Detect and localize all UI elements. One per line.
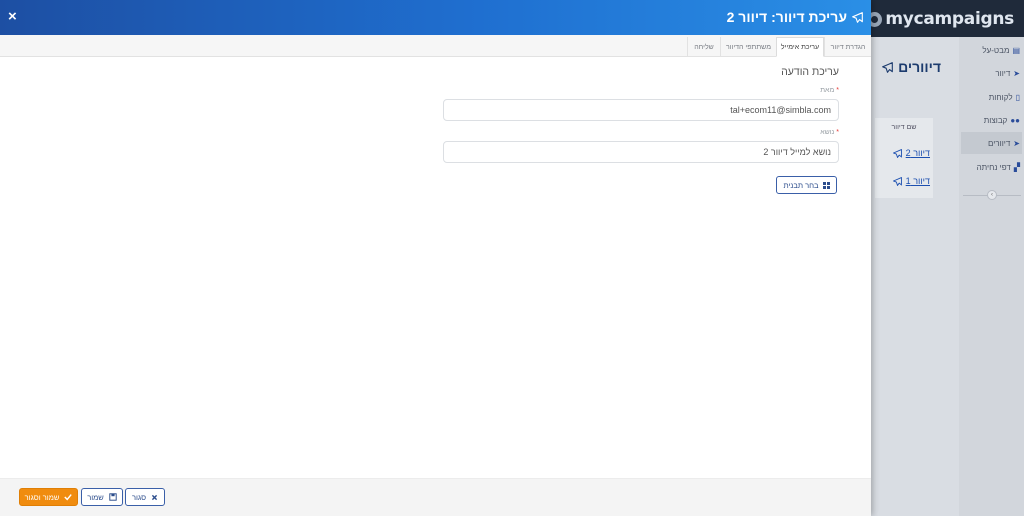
users-icon: ●● [1010,115,1020,125]
sidebar-item-contacts[interactable]: ▯ לקוחות [961,86,1022,108]
sidebar-item-label: דיוור [995,68,1011,78]
sidebar-item-label: מבט-על [982,45,1010,55]
subject-label-text: נושא [820,129,835,136]
table-row[interactable]: דיוור 2 [878,148,930,158]
x-icon [151,494,158,500]
paper-plane-icon [892,148,902,158]
floppy-disk-icon [109,493,117,501]
app-content-area: דיוורים [871,37,959,516]
app-page-title: דיוורים [882,59,941,75]
tab-edit-email[interactable]: עריכת אימייל [776,37,824,57]
save-and-close-button[interactable]: שמור וסגור [19,488,78,506]
app-page-title-text: דיוורים [898,59,941,75]
logo-text: mycampaigns [885,9,1014,29]
panel-title-text: עריכת דיוור: דיוור 2 [726,9,847,25]
save-label: שמור [87,492,104,502]
contacts-icon: ▯ [1015,92,1020,102]
from-label: *מאת [820,87,839,94]
table-header-name: שם דיוור [891,124,917,131]
tab-send[interactable]: שליחה [687,37,720,57]
tab-campaign-settings[interactable]: הגדרת דיוור [824,37,871,57]
panel-title: עריכת דיוור: דיוור 2 [727,9,863,25]
sidebar-item-landing-pages[interactable]: ▞ דפי נחיתה [961,156,1022,178]
paper-plane-icon: ➤ [1013,138,1020,148]
paper-plane-icon [892,176,902,186]
close-button[interactable]: סגור [125,488,165,506]
sidebar-item-groups[interactable]: ●● קבוצות [961,109,1022,131]
row-link[interactable]: דיוור 2 [906,148,930,158]
close-icon[interactable]: × [8,9,17,24]
save-and-close-label: שמור וסגור [24,492,60,502]
tabs-bar: הגדרת דיוור עריכת אימייל משתתפי הדיוור ש… [0,35,871,57]
sidebar-collapse-icon[interactable]: ‹ [987,190,997,200]
check-icon [64,494,73,501]
required-mark: * [836,87,839,94]
close-label: סגור [131,492,147,502]
sidebar-item-mailing[interactable]: ➤ דיוור [961,62,1022,84]
chart-icon: ▤ [1012,45,1020,55]
choose-template-button[interactable]: בחר תבנית [776,176,837,194]
required-mark: * [836,129,839,136]
from-label-text: מאת [820,87,835,94]
sidebar-item-overview[interactable]: ▤ מבט-על [961,39,1022,61]
grid-icon [822,181,830,189]
panel-header: × עריכת דיוור: דיוור 2 [0,0,871,35]
from-field[interactable]: tal+ecom11@simbla.com [443,99,839,121]
section-title: עריכת הודעה [781,66,839,78]
sidebar-item-label: דיוורים [988,138,1011,148]
sidebar-item-label: קבוצות [983,115,1008,125]
sidebar-item-campaigns[interactable]: ➤ דיוורים [961,132,1022,154]
app-topbar: mycampaigns [867,0,1024,37]
app-logo[interactable]: mycampaigns [867,9,1014,29]
table-row[interactable]: דיוור 1 [878,176,930,186]
paper-plane-icon [882,61,893,73]
sidebar-item-label: לקוחות [988,92,1013,102]
subject-label: *נושא [820,129,839,136]
paper-plane-icon [852,11,863,23]
subject-field[interactable]: נושא למייל דיוור 2 [443,141,839,163]
tab-participants[interactable]: משתתפי הדיוור [720,37,776,57]
edit-campaign-panel: × עריכת דיוור: דיוור 2 הגדרת דיוור עריכת… [0,0,871,516]
sidebar-item-label: דפי נחיתה [976,162,1011,172]
row-link[interactable]: דיוור 1 [906,176,930,186]
choose-template-label: בחר תבנית [783,180,819,190]
landing-page-icon: ▞ [1013,162,1020,172]
send-icon: ➤ [1013,68,1020,78]
save-button[interactable]: שמור [81,488,123,506]
